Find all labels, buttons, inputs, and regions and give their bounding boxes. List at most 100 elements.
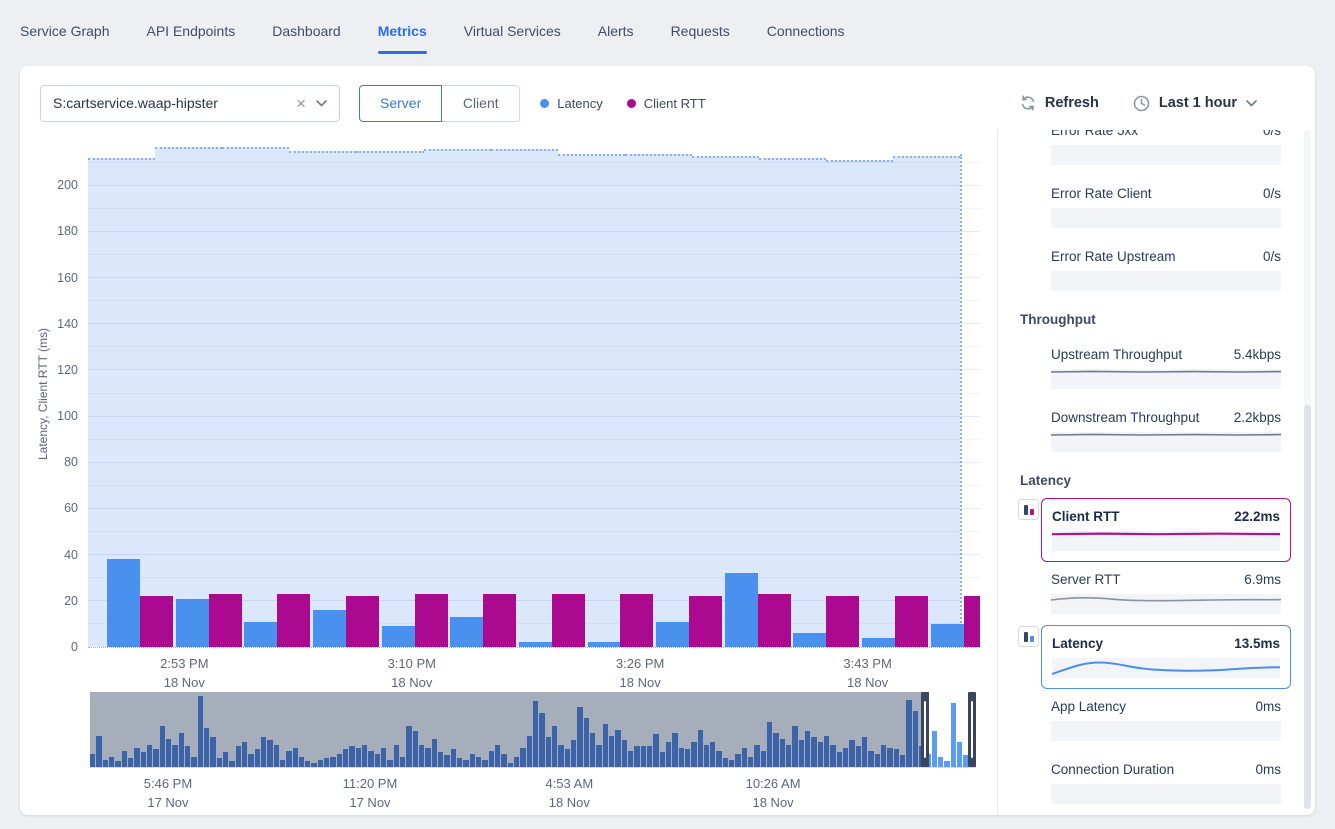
time-range-selector[interactable]: Last 1 hour — [1133, 95, 1257, 112]
timeline-minimap[interactable] — [90, 692, 976, 768]
minimap-bar — [223, 752, 228, 767]
brush-handle-right[interactable] — [968, 692, 976, 767]
toolbar-right: Refresh Last 1 hour — [1020, 95, 1257, 112]
metric-value: 13.5ms — [1234, 636, 1280, 651]
chart-toggle-button-client-rtt[interactable] — [1018, 499, 1039, 520]
clear-icon[interactable]: × — [292, 95, 316, 112]
tab-dashboard[interactable]: Dashboard — [272, 17, 341, 45]
latency-bar[interactable] — [656, 622, 689, 647]
minimap-bar — [375, 754, 380, 768]
x-tick-date: 18 Nov — [616, 673, 664, 692]
x-tick-time: 11:20 PM — [343, 774, 398, 793]
metric-label: Error Rate Upstream — [1051, 249, 1176, 264]
minimap-bar — [463, 760, 468, 768]
metric-label: Latency — [1052, 636, 1103, 651]
client-rtt-bar[interactable] — [277, 594, 310, 647]
area-segment — [759, 158, 826, 647]
client-rtt-bar[interactable] — [209, 594, 242, 647]
minimap-bar — [324, 758, 329, 767]
latency-bar[interactable] — [519, 642, 552, 647]
latency-bar[interactable] — [725, 573, 758, 647]
legend-item-latency[interactable]: Latency — [540, 96, 603, 111]
minimap-bar — [900, 755, 905, 767]
metric-row-error-rate-client[interactable]: Error Rate Client0/s — [1051, 186, 1281, 228]
latency-bar[interactable] — [382, 626, 415, 647]
latency-bar[interactable] — [313, 610, 346, 647]
area-segment — [625, 154, 692, 647]
metric-row-app-latency[interactable]: App Latency0ms — [1051, 699, 1281, 741]
tab-connections[interactable]: Connections — [767, 17, 845, 45]
metric-row-error-rate-5xx[interactable]: Error Rate 5xx0/s — [1051, 130, 1281, 165]
latency-bar[interactable] — [107, 559, 140, 647]
latency-chart[interactable] — [88, 140, 980, 648]
tab-metrics[interactable]: Metrics — [378, 17, 427, 45]
client-button[interactable]: Client — [442, 85, 520, 122]
client-rtt-bar[interactable] — [346, 596, 379, 647]
area-segment — [356, 151, 423, 647]
legend-item-client-rtt[interactable]: Client RTT — [627, 96, 706, 111]
minimap-bar — [229, 761, 234, 767]
client-rtt-bar[interactable] — [415, 594, 448, 647]
metric-row-server-rtt[interactable]: Server RTT6.9ms — [1051, 572, 1281, 614]
minimap-bar — [501, 754, 506, 768]
refresh-button[interactable]: Refresh — [1020, 95, 1099, 111]
latency-bar[interactable] — [862, 638, 895, 647]
client-rtt-bar[interactable] — [620, 594, 653, 647]
brush-handle-left[interactable] — [921, 692, 929, 767]
client-rtt-bar[interactable] — [826, 596, 859, 647]
latency-bar[interactable] — [588, 642, 621, 647]
sidebar-scrollbar-thumb[interactable] — [1304, 405, 1311, 809]
metric-label-row: Client RTT22.2ms — [1052, 509, 1280, 525]
x-tick-time: 4:53 AM — [545, 774, 593, 793]
mini-bar-icon — [1030, 509, 1034, 515]
chart-toggle-button-latency[interactable] — [1018, 626, 1039, 647]
tab-virtual-services[interactable]: Virtual Services — [464, 17, 561, 45]
chevron-down-icon[interactable] — [316, 100, 327, 107]
minimap-bar — [647, 746, 652, 767]
tab-service-graph[interactable]: Service Graph — [20, 17, 109, 45]
service-selector[interactable]: S:cartservice.waap-hipster × — [40, 85, 340, 122]
latency-bar[interactable] — [450, 617, 483, 647]
minimap-bar — [780, 739, 785, 768]
minimap-bar — [584, 718, 589, 768]
metric-row-error-rate-upstream[interactable]: Error Rate Upstream0/s — [1051, 249, 1281, 291]
client-rtt-bar[interactable] — [689, 596, 722, 647]
metric-label-row: Server RTT6.9ms — [1051, 572, 1281, 588]
metric-value: 0/s — [1263, 130, 1281, 138]
latency-bar[interactable] — [244, 622, 277, 647]
minimap-bar — [305, 761, 310, 767]
metric-row-downstream-throughput[interactable]: Downstream Throughput2.2kbps — [1051, 410, 1281, 452]
minimap-bar — [160, 726, 165, 767]
client-rtt-bar[interactable] — [758, 594, 791, 647]
client-rtt-bar[interactable] — [895, 596, 928, 647]
client-rtt-bar[interactable] — [552, 594, 585, 647]
minimap-bar — [615, 730, 620, 768]
client-rtt-bar[interactable] — [964, 596, 980, 647]
minimap-bar — [299, 757, 304, 768]
metric-row-upstream-throughput[interactable]: Upstream Throughput5.4kbps — [1051, 347, 1281, 389]
latency-bar[interactable] — [931, 624, 964, 647]
server-button[interactable]: Server — [359, 85, 442, 122]
latency-bar[interactable] — [793, 633, 826, 647]
minimap-bar — [293, 748, 298, 768]
metric-row-connection-duration[interactable]: Connection Duration0ms — [1051, 762, 1281, 804]
minimap-bar — [773, 733, 778, 768]
tab-api-endpoints[interactable]: API Endpoints — [146, 17, 235, 45]
x-tick-time: 2:53 PM — [160, 654, 208, 673]
latency-bar[interactable] — [176, 599, 209, 647]
metric-label: Connection Duration — [1051, 762, 1174, 777]
metric-label-row: App Latency0ms — [1051, 699, 1281, 715]
metric-card-latency[interactable]: Latency 13.5ms — [1041, 625, 1291, 689]
metric-label-row: Error Rate 5xx0/s — [1051, 130, 1281, 139]
client-rtt-bar[interactable] — [140, 596, 173, 647]
metric-card-client-rtt[interactable]: Client RTT22.2ms — [1041, 498, 1291, 562]
tab-requests[interactable]: Requests — [671, 17, 730, 45]
minimap-bar — [666, 742, 671, 768]
minimap-bar — [742, 748, 747, 768]
minimap-bar — [96, 736, 101, 768]
minimap-bar — [862, 737, 867, 767]
area-segment — [491, 149, 558, 647]
minimap-bar — [198, 696, 203, 767]
tab-alerts[interactable]: Alerts — [598, 17, 634, 45]
client-rtt-bar[interactable] — [483, 594, 516, 647]
